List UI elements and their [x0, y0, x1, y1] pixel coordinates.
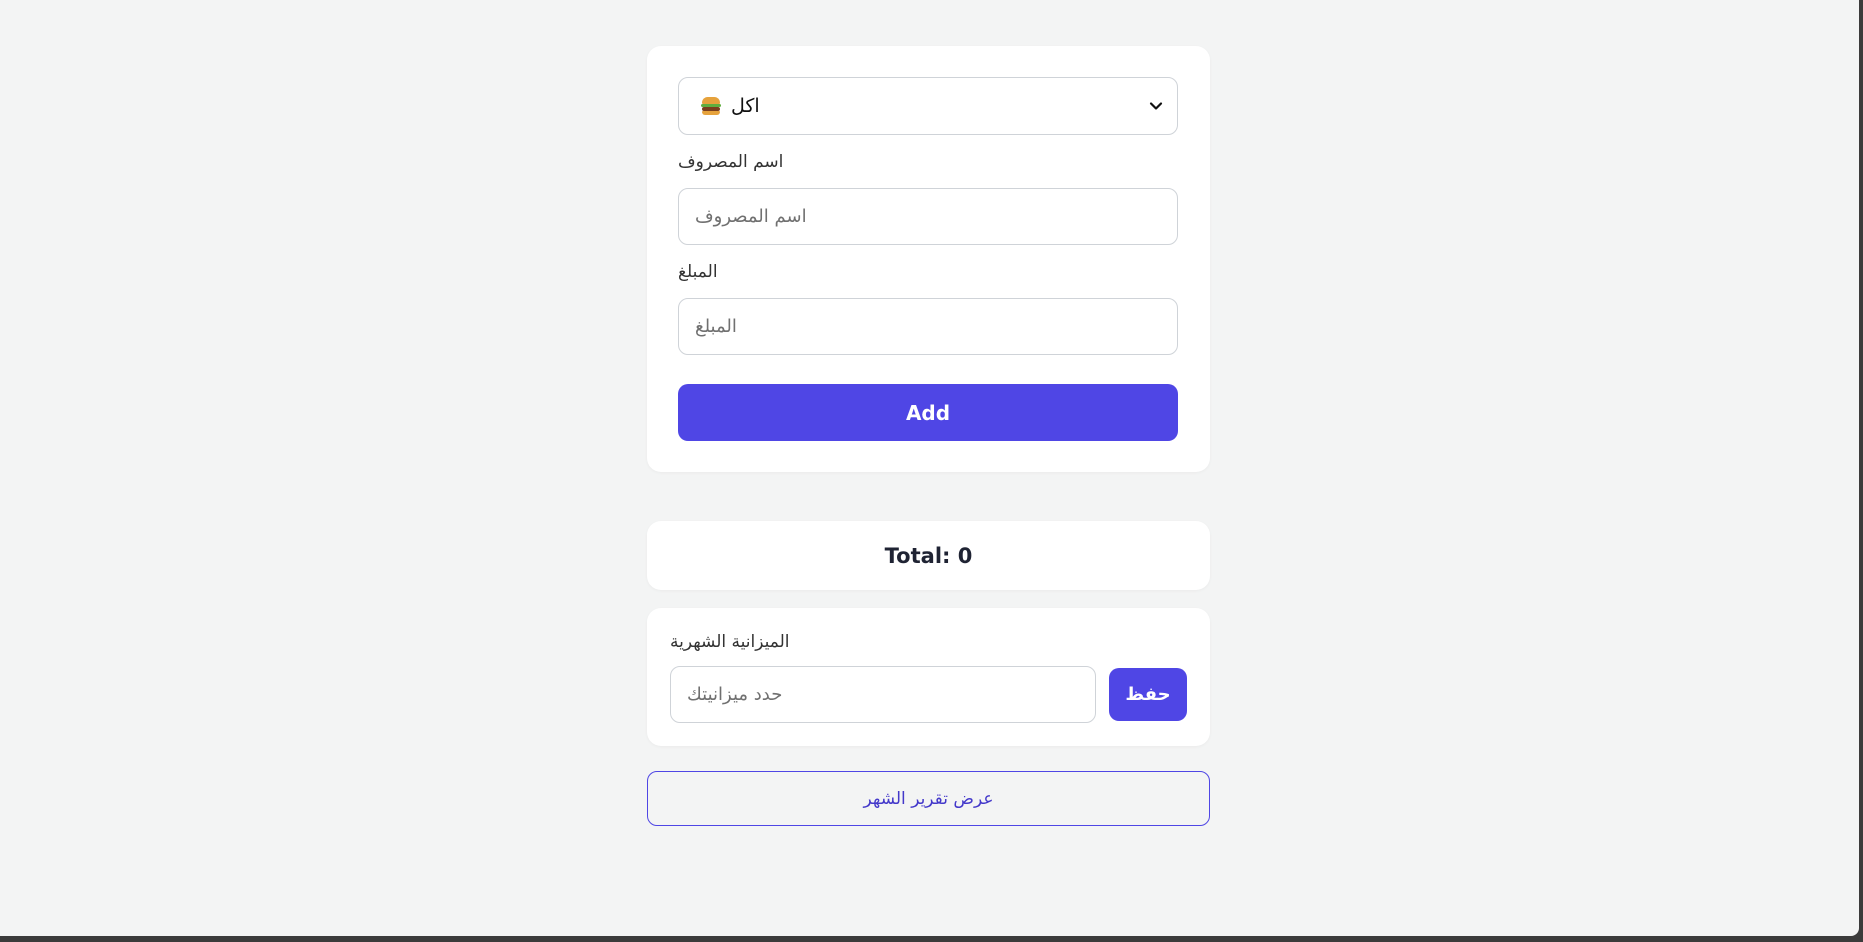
- budget-input[interactable]: [670, 666, 1096, 723]
- category-select-value: اكل: [679, 95, 1177, 117]
- total-card: Total: 0: [647, 521, 1210, 590]
- category-select[interactable]: اكل: [678, 77, 1178, 135]
- expense-name-input[interactable]: [678, 188, 1178, 245]
- total-text: Total: 0: [884, 543, 973, 568]
- monthly-budget-card: الميزانية الشهرية حفظ: [647, 608, 1210, 746]
- expense-name-label: اسم المصروف: [678, 152, 784, 172]
- save-budget-button[interactable]: حفظ: [1109, 668, 1187, 721]
- view-monthly-report-button[interactable]: عرض تقرير الشهر: [647, 771, 1210, 826]
- burger-icon: [701, 97, 721, 115]
- add-expense-button[interactable]: Add: [678, 384, 1178, 441]
- chevron-down-icon: [1149, 102, 1163, 110]
- category-select-label: اكل: [731, 95, 760, 117]
- monthly-budget-label: الميزانية الشهرية: [670, 632, 790, 652]
- app-viewport: اكل اسم المصروف المبلغ Add Total: 0 المي…: [0, 0, 1859, 936]
- amount-input[interactable]: [678, 298, 1178, 355]
- amount-label: المبلغ: [678, 262, 718, 282]
- expense-form-card: اكل اسم المصروف المبلغ Add: [647, 46, 1210, 472]
